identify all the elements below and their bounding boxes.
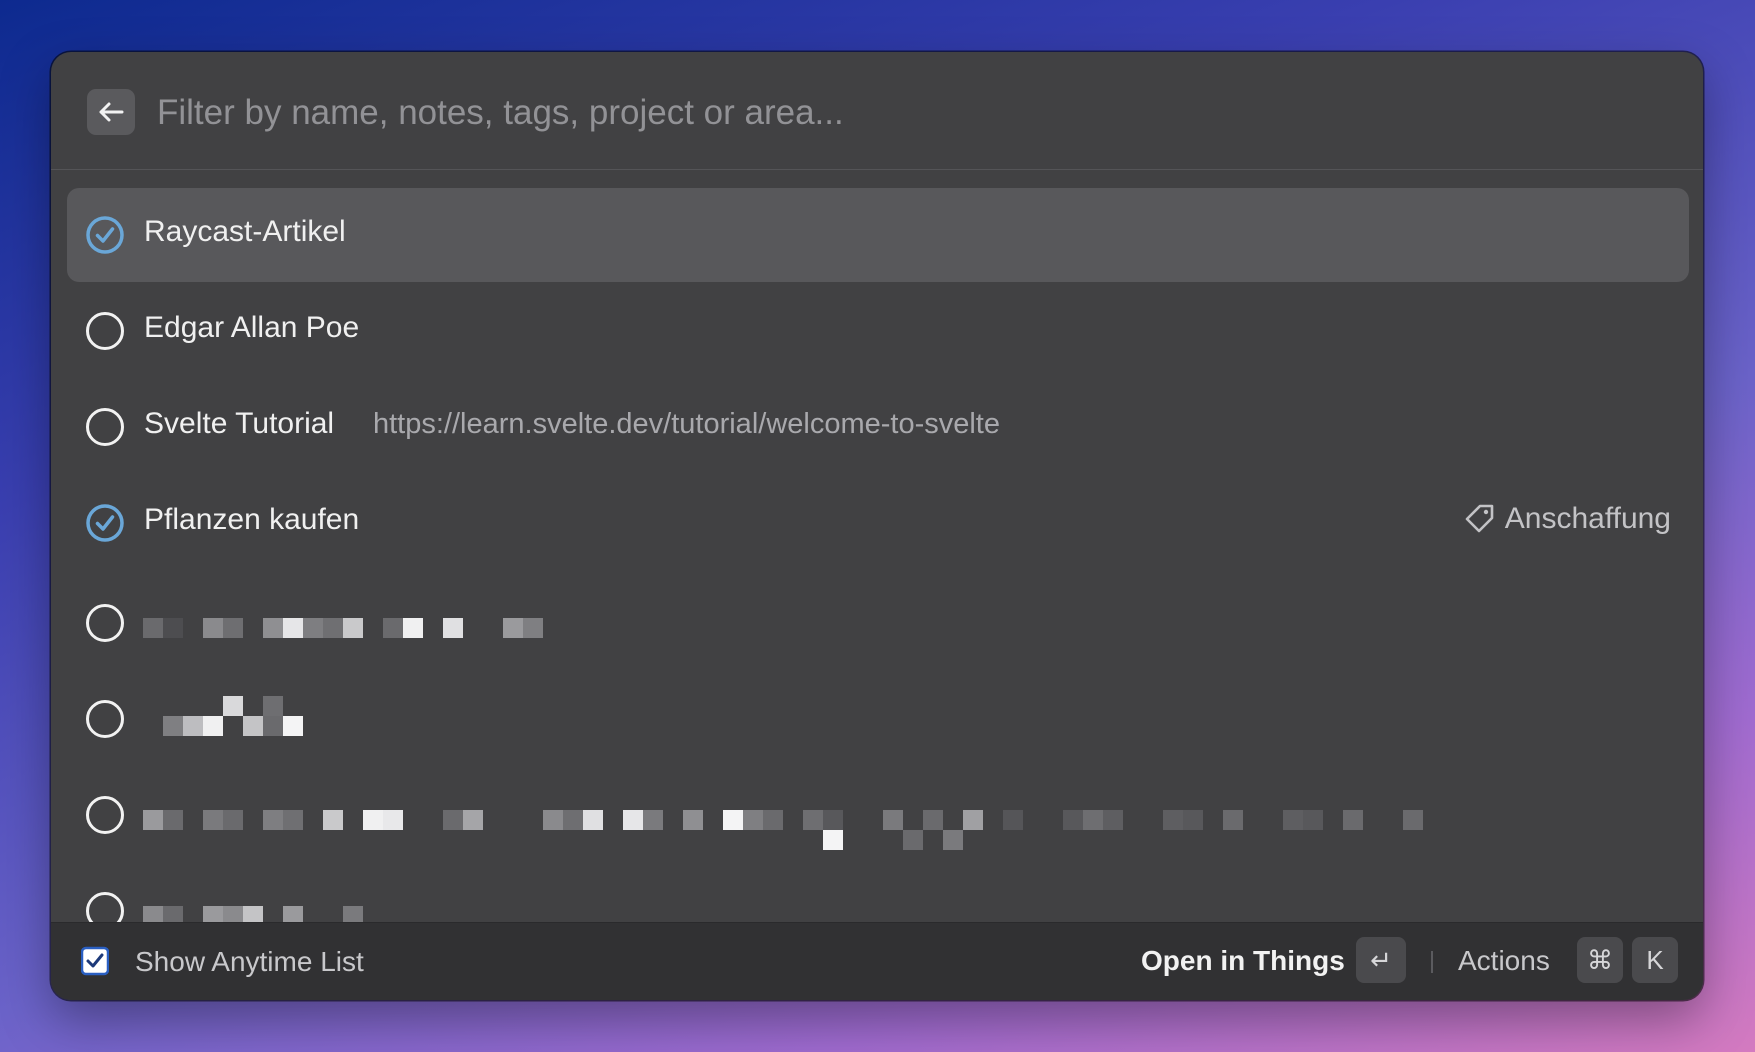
enter-key-hint: ↵ — [1356, 937, 1406, 983]
search-input[interactable] — [155, 82, 1659, 144]
list-item[interactable]: Svelte Tutorial https://learn.svelte.dev… — [67, 380, 1689, 474]
list-item[interactable] — [67, 764, 1689, 858]
item-title: Svelte Tutorial — [144, 407, 335, 440]
open-circle-icon[interactable] — [86, 700, 124, 738]
item-url: https://learn.svelte.dev/tutorial/welcom… — [373, 408, 1000, 440]
tag-icon — [1465, 504, 1494, 533]
open-circle-icon[interactable] — [86, 408, 124, 446]
open-in-things-button[interactable]: Open in Things — [1141, 945, 1345, 977]
k-key-label: K — [1646, 944, 1664, 975]
open-circle-icon[interactable] — [86, 604, 124, 642]
arrow-left-icon — [99, 102, 124, 122]
command-icon: ⌘ — [1587, 944, 1613, 975]
action-bar: Show Anytime List Open in Things ↵ Actio… — [51, 922, 1703, 1000]
item-title: Raycast-Artikel — [144, 215, 346, 248]
back-button[interactable] — [87, 89, 135, 135]
anytime-label[interactable]: Show Anytime List — [135, 946, 364, 978]
list-item[interactable] — [67, 572, 1689, 666]
divider — [1431, 951, 1433, 973]
list-item[interactable]: Raycast-Artikel — [67, 188, 1689, 282]
actions-button[interactable]: Actions — [1458, 945, 1550, 977]
k-key-hint: K — [1632, 937, 1678, 983]
list-item[interactable] — [67, 668, 1689, 762]
open-circle-icon[interactable] — [86, 312, 124, 350]
completed-check-icon[interactable] — [86, 216, 124, 254]
open-circle-icon[interactable] — [86, 796, 124, 834]
return-icon: ↵ — [1370, 944, 1392, 975]
anytime-checkbox[interactable] — [81, 946, 109, 976]
task-list: Raycast-Artikel Edgar Allan Poe Svelte T… — [51, 170, 1703, 974]
list-item[interactable]: Pflanzen kaufen Anschaffung — [67, 476, 1689, 570]
item-title: Pflanzen kaufen — [144, 503, 360, 536]
raycast-window: Raycast-Artikel Edgar Allan Poe Svelte T… — [51, 52, 1703, 1000]
list-item[interactable]: Edgar Allan Poe — [67, 284, 1689, 378]
tag-label: Anschaffung — [1504, 502, 1671, 535]
item-title: Edgar Allan Poe — [144, 311, 360, 344]
cmd-key-hint: ⌘ — [1577, 937, 1623, 983]
completed-check-icon[interactable] — [86, 504, 124, 542]
search-bar — [51, 52, 1703, 170]
tag-accessory: Anschaffung — [1463, 502, 1671, 536]
